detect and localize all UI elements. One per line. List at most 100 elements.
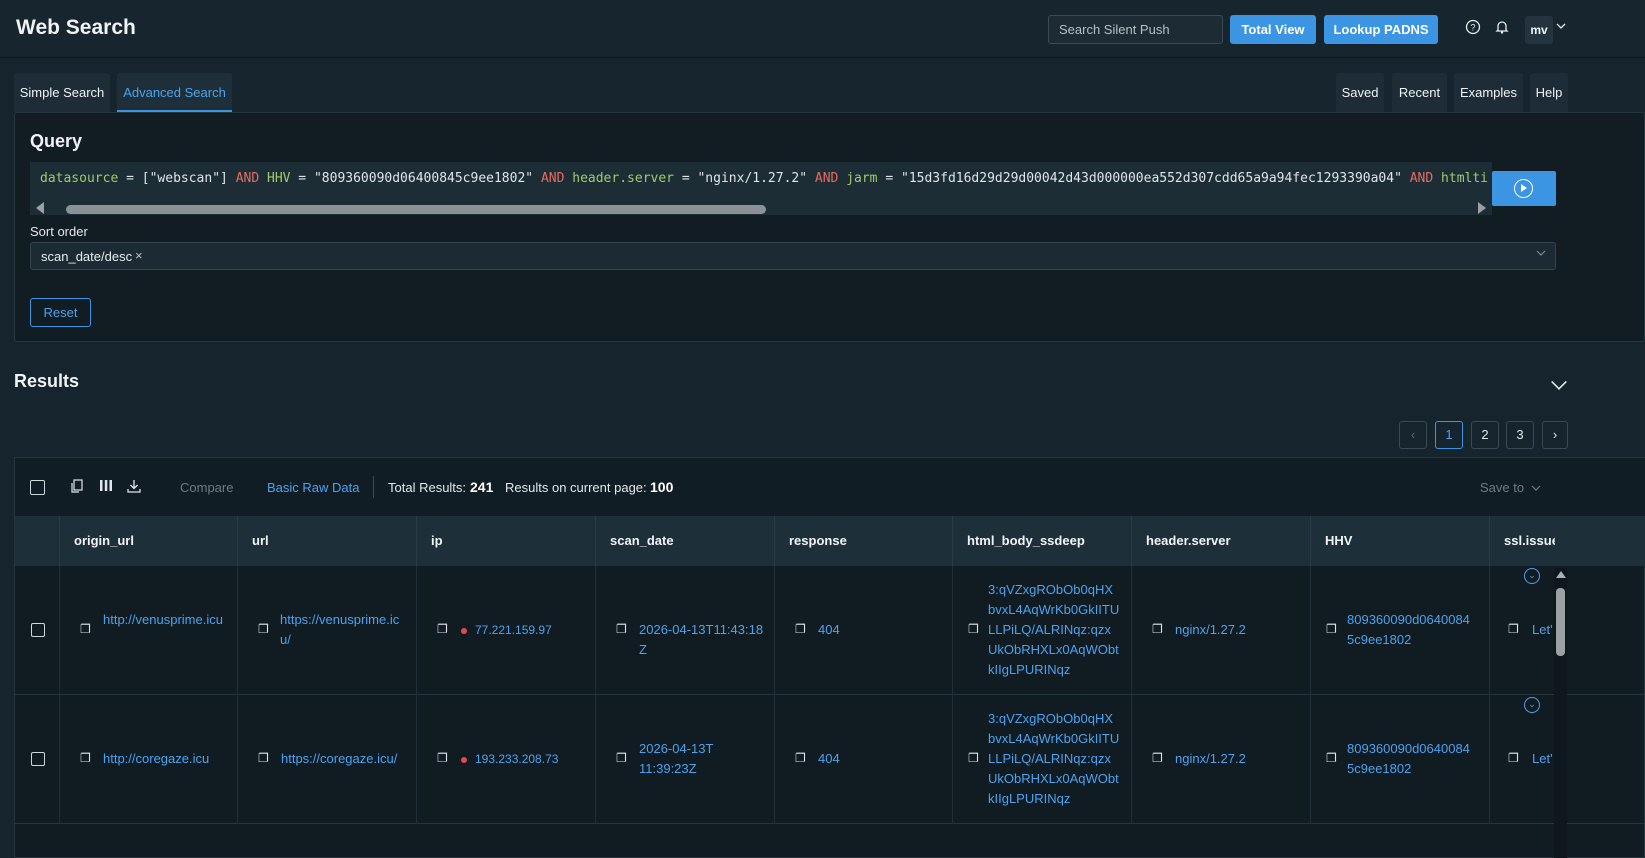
- scroll-thumb[interactable]: [1556, 588, 1565, 656]
- bell-icon[interactable]: [1492, 19, 1512, 39]
- row-checkbox[interactable]: [31, 752, 45, 766]
- close-icon[interactable]: ×: [135, 248, 143, 263]
- status-dot: [461, 628, 467, 634]
- copy-icon[interactable]: ❐: [968, 622, 979, 636]
- download-icon[interactable]: [127, 479, 141, 496]
- column-header-ssl-issuer[interactable]: ssl.issuer: [1489, 516, 1555, 566]
- save-to-button[interactable]: Save to: [1480, 480, 1524, 495]
- query-token: = "nginx/1.27.2": [674, 171, 815, 186]
- server-value[interactable]: nginx/1.27.2: [1175, 620, 1246, 640]
- page-2-button[interactable]: 2: [1471, 421, 1499, 449]
- url-link[interactable]: https://venusprime.icu/: [280, 610, 406, 650]
- copy-icon[interactable]: ❐: [616, 622, 627, 636]
- chevron-down-icon[interactable]: [1536, 248, 1546, 260]
- chevron-down-icon[interactable]: [1531, 480, 1541, 495]
- server-value[interactable]: nginx/1.27.2: [1175, 749, 1246, 769]
- copy-icon[interactable]: ❐: [258, 622, 269, 636]
- select-all-checkbox[interactable]: [30, 480, 45, 495]
- query-text[interactable]: datasource = ["webscan"] AND HHV = "8093…: [40, 171, 1488, 186]
- basic-raw-data-button[interactable]: Basic Raw Data: [267, 480, 359, 495]
- ssl-issuer-value[interactable]: Let': [1532, 749, 1553, 769]
- hhv-value[interactable]: 809360090d06400845c9ee1802: [1347, 610, 1477, 650]
- response-value[interactable]: 404: [818, 749, 840, 769]
- total-view-button[interactable]: Total View: [1230, 15, 1316, 44]
- copy-icon[interactable]: ❐: [437, 751, 448, 765]
- copy-icon[interactable]: ❐: [1326, 751, 1337, 765]
- next-page-icon[interactable]: ›: [1542, 421, 1568, 449]
- tab-simple-search[interactable]: Simple Search: [14, 73, 110, 112]
- prev-page-icon[interactable]: ‹: [1399, 421, 1427, 449]
- row-checkbox[interactable]: [31, 623, 45, 637]
- copy-icon[interactable]: ❐: [795, 751, 806, 765]
- expand-row-icon[interactable]: ⌄: [1524, 697, 1540, 713]
- compare-button[interactable]: Compare: [180, 480, 233, 495]
- sort-order-label: Sort order: [30, 224, 88, 239]
- url-link[interactable]: https://coregaze.icu/: [281, 749, 409, 769]
- table-vertical-scrollbar[interactable]: [1554, 568, 1567, 858]
- column-header-response[interactable]: response: [774, 516, 952, 566]
- copy-icon[interactable]: ❐: [968, 751, 979, 765]
- total-results-value: 241: [470, 479, 494, 495]
- table-row: ❐ http://venusprime.icu ❐ https://venusp…: [15, 566, 1645, 695]
- copy-icon[interactable]: ❐: [616, 751, 627, 765]
- sort-order-select[interactable]: scan_date/desc ×: [30, 242, 1556, 270]
- column-header-url[interactable]: url: [237, 516, 416, 566]
- cell-header-server: ❐ nginx/1.27.2: [1131, 695, 1310, 824]
- ssdeep-value[interactable]: 3:qVZxgRObOb0qHXbvxL4AqWrKb0GkIITULLPiLQ…: [988, 580, 1120, 680]
- tab-saved[interactable]: Saved: [1336, 73, 1384, 112]
- page-3-button[interactable]: 3: [1506, 421, 1534, 449]
- reset-button[interactable]: Reset: [30, 298, 91, 327]
- columns-icon[interactable]: [99, 479, 113, 495]
- ip-link[interactable]: 77.221.159.97: [475, 620, 552, 640]
- copy-icon[interactable]: ❐: [437, 622, 448, 636]
- ip-link[interactable]: 193.233.208.73: [475, 749, 558, 769]
- tab-advanced-search[interactable]: Advanced Search: [117, 73, 232, 112]
- column-header-html-body-ssdeep[interactable]: html_body_ssdeep: [952, 516, 1131, 566]
- copy-icon[interactable]: ❐: [1508, 751, 1519, 765]
- copy-icon[interactable]: ❐: [1152, 751, 1163, 765]
- page-1-button[interactable]: 1: [1435, 421, 1463, 449]
- lookup-padns-button[interactable]: Lookup PADNS: [1324, 15, 1438, 44]
- tab-recent[interactable]: Recent: [1392, 73, 1447, 112]
- copy-icon[interactable]: [71, 479, 83, 496]
- copy-icon[interactable]: ❐: [795, 622, 806, 636]
- hhv-value[interactable]: 809360090d06400845c9ee1802: [1347, 739, 1477, 779]
- copy-icon[interactable]: ❐: [1152, 622, 1163, 636]
- expand-row-icon[interactable]: ⌄: [1524, 568, 1540, 584]
- column-header-header-server[interactable]: header.server: [1131, 516, 1310, 566]
- run-query-button[interactable]: [1492, 171, 1556, 206]
- results-title: Results: [14, 371, 80, 391]
- scroll-thumb[interactable]: [66, 205, 766, 214]
- chevron-down-icon[interactable]: [1555, 19, 1567, 39]
- avatar[interactable]: mv: [1525, 16, 1553, 44]
- copy-icon[interactable]: ❐: [1326, 622, 1337, 636]
- column-header-scan-date[interactable]: scan_date: [595, 516, 774, 566]
- tab-examples[interactable]: Examples: [1454, 73, 1523, 112]
- scan-date-value[interactable]: 2026-04-13T11:43:18Z: [639, 620, 767, 660]
- scroll-right-icon[interactable]: [1478, 202, 1486, 214]
- ssdeep-value[interactable]: 3:qVZxgRObOb0qHXbvxL4AqWrKb0GkIITULLPiLQ…: [988, 709, 1120, 809]
- ssl-issuer-value[interactable]: Let': [1532, 620, 1553, 640]
- query-editor[interactable]: datasource = ["webscan"] AND HHV = "8093…: [30, 162, 1492, 215]
- column-header-ip[interactable]: ip: [416, 516, 595, 566]
- tab-help[interactable]: Help: [1530, 73, 1568, 112]
- scroll-left-icon[interactable]: [36, 202, 44, 214]
- response-value[interactable]: 404: [818, 620, 840, 640]
- search-input[interactable]: [1048, 15, 1223, 44]
- copy-icon[interactable]: ❐: [258, 751, 269, 765]
- column-header-origin-url[interactable]: origin_url: [59, 516, 237, 566]
- collapse-results-icon[interactable]: [1551, 374, 1567, 390]
- cell-scan-date: ❐ 2026-04-13T11:39:23Z: [595, 695, 774, 824]
- help-icon[interactable]: ?: [1463, 19, 1483, 39]
- copy-icon[interactable]: ❐: [80, 622, 91, 636]
- copy-icon[interactable]: ❐: [1508, 622, 1519, 636]
- origin-url-link[interactable]: http://venusprime.icu: [103, 610, 228, 630]
- query-horizontal-scrollbar[interactable]: [30, 200, 1492, 214]
- scan-date-value[interactable]: 2026-04-13T11:39:23Z: [639, 739, 717, 779]
- origin-url-link[interactable]: http://coregaze.icu: [103, 749, 228, 769]
- query-operator: AND: [540, 171, 565, 186]
- scroll-up-icon[interactable]: [1556, 571, 1566, 578]
- cell-ssl-issuer: ❐ Let' ⌄: [1489, 695, 1555, 824]
- column-header-hhv[interactable]: HHV: [1310, 516, 1489, 566]
- copy-icon[interactable]: ❐: [80, 751, 91, 765]
